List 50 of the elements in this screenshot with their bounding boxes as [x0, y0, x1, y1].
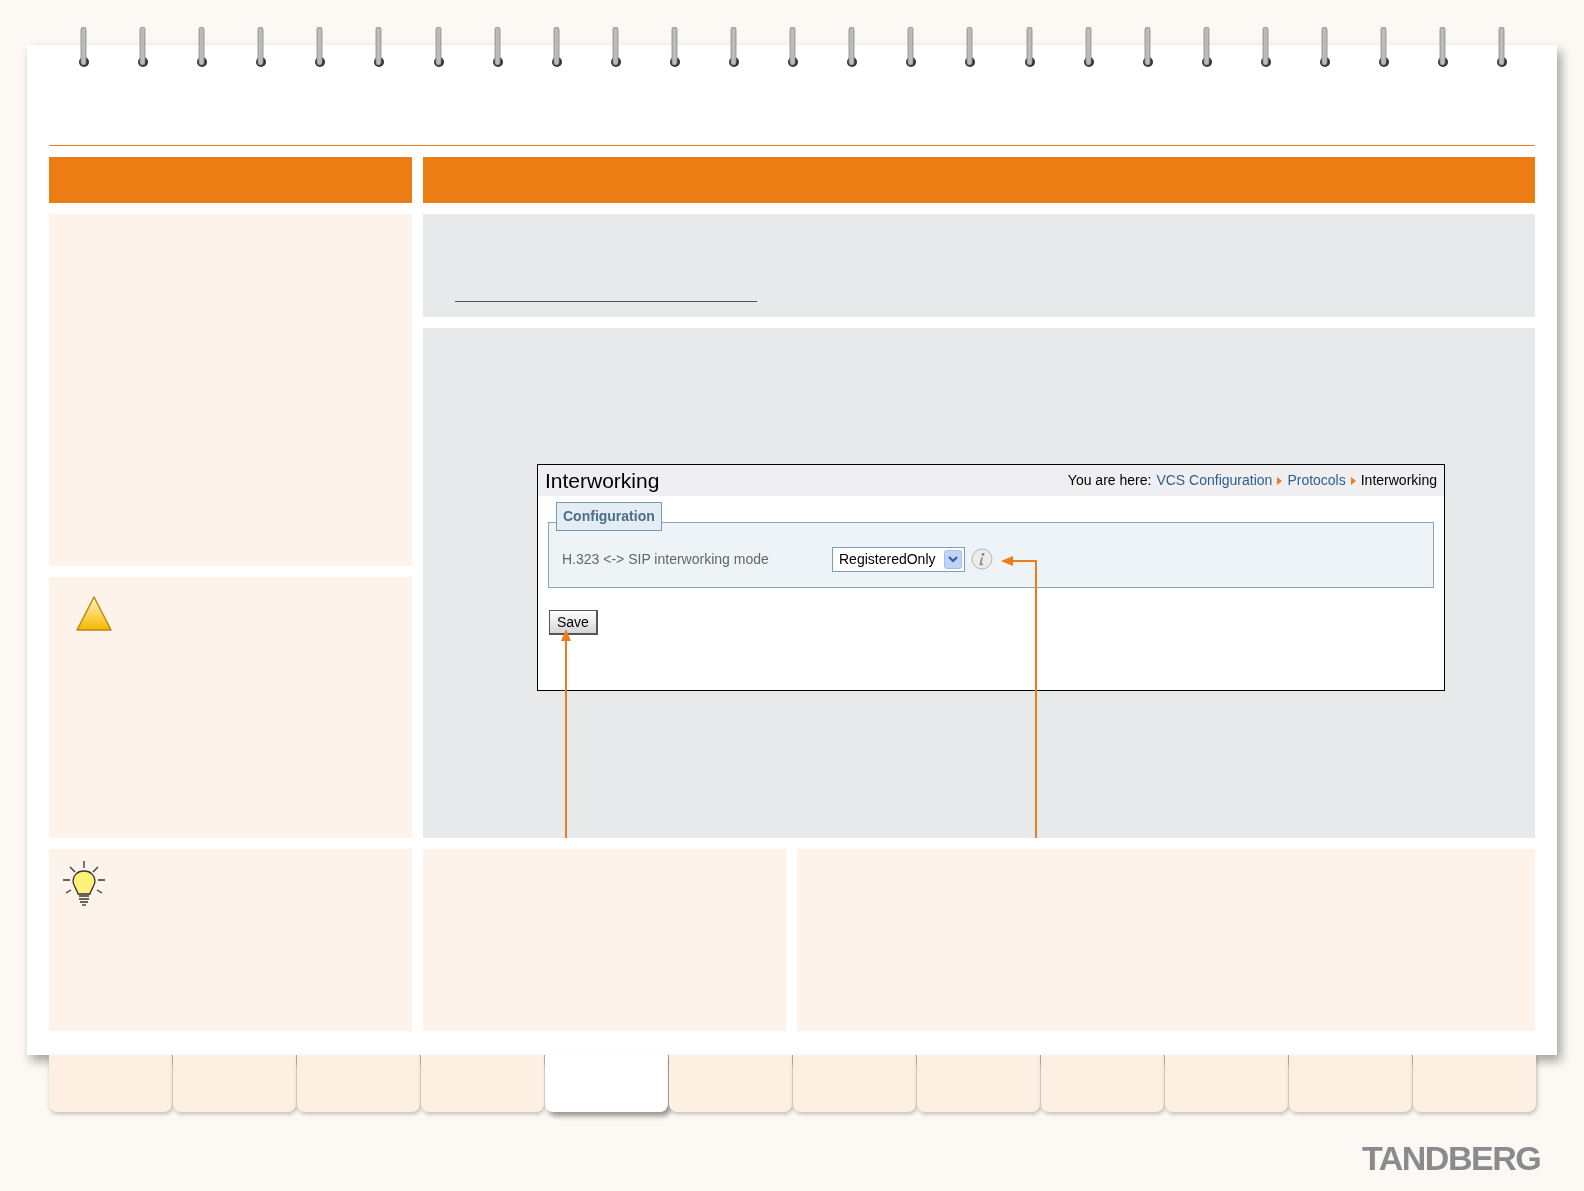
page-tab[interactable]: [545, 1055, 668, 1112]
spiral-ring-drawing: [1141, 27, 1154, 69]
save-button[interactable]: Save: [549, 610, 598, 635]
spiral-ring-drawing: [1437, 27, 1450, 69]
spiral-ring-drawing: [550, 27, 563, 69]
breadcrumb-arrow-icon: [1350, 476, 1356, 485]
breadcrumb-link[interactable]: Protocols: [1287, 470, 1346, 491]
page-tab[interactable]: [1289, 1055, 1412, 1112]
warning-icon: [75, 595, 113, 633]
spiral-ring-drawing: [1082, 27, 1095, 69]
spiral-ring-drawing: [728, 27, 741, 69]
info-icon[interactable]: [971, 548, 993, 570]
spiral-ring-drawing: [1200, 27, 1213, 69]
page-tab[interactable]: [1413, 1055, 1536, 1112]
page-tab[interactable]: [669, 1055, 792, 1112]
page-title: Interworking: [545, 467, 660, 494]
spiral-ring-drawing: [1378, 27, 1391, 69]
page-tab[interactable]: [1165, 1055, 1288, 1112]
page-tab[interactable]: [297, 1055, 420, 1112]
breadcrumb-arrow-icon: [1277, 476, 1283, 485]
brand-logo: TANDBERG: [1362, 1141, 1541, 1175]
spiral-ring-drawing: [846, 27, 859, 69]
spiral-ring-drawing: [787, 27, 800, 69]
spiral-ring-drawing: [1496, 27, 1509, 69]
spiral-ring-drawing: [964, 27, 977, 69]
spiral-ring-drawing: [196, 27, 209, 69]
spiral-ring-drawing: [373, 27, 386, 69]
spiral-ring-drawing: [137, 27, 150, 69]
breadcrumb-link[interactable]: VCS Configuration: [1156, 470, 1273, 491]
spiral-ring-drawing: [78, 27, 90, 69]
page-tab[interactable]: [173, 1055, 296, 1112]
breadcrumb-current: Interworking: [1360, 471, 1437, 490]
page-tab[interactable]: [917, 1055, 1040, 1112]
spiral-ring-drawing: [314, 27, 327, 69]
page-tab[interactable]: [1041, 1055, 1164, 1112]
spiral-ring-drawing: [668, 27, 681, 69]
spiral-ring-drawing: [255, 27, 268, 69]
breadcrumb-label: You are here:: [1067, 471, 1152, 490]
page-tab[interactable]: [49, 1055, 172, 1112]
spiral-ring-drawing: [1023, 27, 1036, 69]
spiral-ring-drawing: [491, 27, 504, 69]
field-label: H.323 <-> SIP interworking mode: [562, 549, 770, 569]
mode-dropdown[interactable]: RegisteredOnly: [832, 546, 965, 572]
page-tab[interactable]: [793, 1055, 916, 1112]
spiral-ring-drawing: [609, 27, 622, 69]
spiral-ring-drawing: [432, 27, 445, 69]
spiral-ring-drawing: [1318, 27, 1331, 69]
spiral-ring-drawing: [905, 27, 918, 69]
page-tab[interactable]: [421, 1055, 544, 1112]
spiral-ring-drawing: [1259, 27, 1272, 69]
